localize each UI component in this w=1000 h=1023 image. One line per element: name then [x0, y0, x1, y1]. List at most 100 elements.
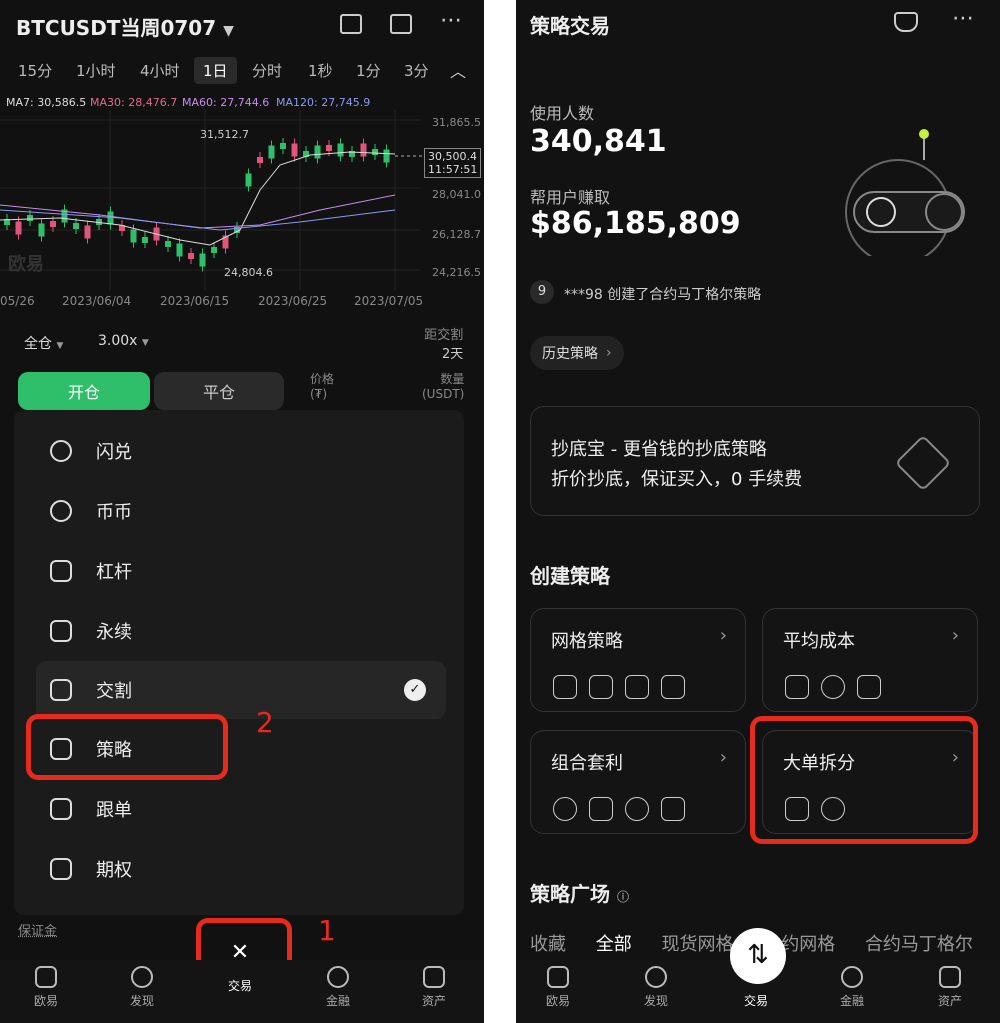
candle-body [372, 149, 378, 155]
tf-1min[interactable]: 1分 [356, 60, 381, 81]
discover-icon [645, 966, 667, 988]
nav-trade[interactable]: 交易 [736, 992, 776, 1009]
tab-futures-martingale[interactable]: 合约马丁格尔 [865, 934, 973, 955]
watermark-logo: 欧易 [8, 254, 44, 275]
earn-icon [841, 966, 863, 988]
menu-item-delivery[interactable]: 交割 ✓ [36, 661, 446, 719]
candle-body [280, 143, 286, 149]
tile-title: 组合套利 [551, 753, 623, 774]
left-screen: BTCUSDT当周0707 ▼ ⋯ 15分 1小时 4小时 1日 分时 1秒 1… [0, 0, 484, 1023]
tile-title: 平均成本 [783, 631, 855, 652]
tf-1s[interactable]: 1秒 [308, 60, 333, 81]
grid-icon [661, 675, 685, 699]
ma7-label: MA7: 30,586.5 [6, 96, 87, 109]
menu-item-options[interactable]: 期权 [36, 840, 446, 898]
tf-3min[interactable]: 3分 [404, 60, 429, 81]
home-icon [35, 966, 57, 988]
close-position-tab[interactable]: 平仓 [154, 372, 284, 410]
highlight-box-2 [26, 714, 228, 780]
menu-item-copy-trading[interactable]: 跟单 [36, 780, 446, 838]
price-col-label: 价格 [310, 372, 335, 386]
collapse-icon[interactable]: ︿ [450, 58, 466, 82]
nav-earn[interactable]: 金融 [318, 966, 358, 1009]
symbol-selector[interactable]: BTCUSDT当周0707 ▼ [16, 12, 234, 41]
indicator-icon[interactable] [340, 14, 362, 34]
chevron-right-icon: › [719, 747, 727, 768]
nav-assets[interactable]: 资产 [930, 966, 970, 1009]
trade-swap-icon[interactable]: ⇅ [730, 928, 786, 984]
nav-earn[interactable]: 金融 [832, 966, 872, 1009]
trade-menu: 闪兑 币币 杠杆 永续 交割 ✓ 策略 跟单 期权 [14, 410, 464, 915]
home-icon [547, 966, 569, 988]
coin-icon [50, 500, 72, 522]
tile-grid-strategy[interactable]: 网格策略 › [530, 608, 746, 712]
menu-item-margin[interactable]: 杠杆 [36, 542, 446, 600]
tf-1h[interactable]: 1小时 [76, 60, 116, 81]
margin-mode-value: 全仓 [24, 336, 52, 352]
nav-home[interactable]: 欧易 [538, 966, 578, 1009]
nav-label: 交易 [743, 994, 768, 1008]
users-label: 使用人数 [530, 104, 595, 123]
nav-label: 资产 [421, 994, 446, 1008]
tab-all[interactable]: 全部 [596, 934, 632, 955]
price-col-unit: (₮) [310, 387, 327, 401]
dca-icon [785, 675, 809, 699]
tile-icons [785, 675, 893, 703]
margin-mode-select[interactable]: 全仓 ▼ [24, 333, 63, 353]
nav-discover[interactable]: 发现 [122, 966, 162, 1009]
tab-favorites[interactable]: 收藏 [530, 934, 566, 955]
history-label: 历史策略 [542, 346, 598, 362]
robot-mascot-icon [845, 129, 965, 256]
current-price-box: 30,500.4 11:57:51 [424, 148, 482, 178]
earn-icon [327, 966, 349, 988]
nav-discover[interactable]: 发现 [636, 966, 676, 1009]
nav-assets[interactable]: 资产 [414, 966, 454, 1009]
tab-spot-grid[interactable]: 现货网格 [661, 934, 733, 955]
arbitrage-icon [553, 797, 577, 821]
nav-trade[interactable]: ✕ 交易 [220, 940, 260, 994]
nav-home[interactable]: 欧易 [26, 966, 66, 1009]
tf-15m[interactable]: 15分 [18, 60, 52, 81]
menu-label: 交割 [96, 681, 132, 702]
candle-body [211, 247, 217, 253]
wallet-icon [423, 966, 445, 988]
tf-time[interactable]: 分时 [252, 60, 282, 81]
menu-item-flash-swap[interactable]: 闪兑 [36, 422, 446, 480]
candle-body [188, 253, 194, 259]
candle-body [268, 145, 275, 159]
candle-body [27, 215, 33, 221]
ticker-text: ***98 创建了合约马丁格尔策略 [564, 287, 762, 303]
tf-4h[interactable]: 4小时 [140, 60, 180, 81]
tile-combo-arbitrage[interactable]: 组合套利 › [530, 730, 746, 834]
history-strategy-button[interactable]: 历史策略 › [530, 336, 624, 370]
candle-body [176, 243, 183, 257]
tf-1d[interactable]: 1日 [194, 57, 237, 84]
layers-icon [50, 858, 72, 880]
ticker-badge: 9 [530, 280, 554, 304]
highlight-box-split [750, 716, 978, 844]
annotation-1: 1 [318, 914, 336, 947]
candle-body [130, 229, 137, 243]
menu-item-spot[interactable]: 币币 [36, 482, 446, 540]
chart-settings-icon[interactable] [390, 14, 412, 34]
leverage-select[interactable]: 3.00x ▼ [98, 333, 149, 349]
candle-body [199, 253, 206, 267]
tile-average-cost[interactable]: 平均成本 › [762, 608, 978, 712]
open-position-tab[interactable]: 开仓 [18, 372, 150, 410]
more-icon[interactable]: ⋯ [440, 8, 462, 33]
dip-box-icon [894, 434, 952, 492]
info-icon: ⓘ [616, 890, 629, 904]
academy-icon[interactable] [894, 12, 918, 32]
ma30-label: MA30: 28,476.7 [90, 96, 178, 109]
discover-icon [131, 966, 153, 988]
copy-trade-icon [50, 798, 72, 820]
promo-card[interactable]: 抄底宝 - 更省钱的抄底策略 折价抄底，保证买入，0 手续费 [530, 406, 980, 516]
menu-item-perpetual[interactable]: 永续 [36, 602, 446, 660]
candle-body [165, 241, 171, 247]
candle-body [142, 237, 148, 243]
price-column-header: 价格 (₮) [310, 370, 334, 401]
chevron-right-icon: › [951, 625, 959, 646]
more-icon[interactable]: ⋯ [952, 6, 974, 31]
chevron-right-icon: › [606, 345, 612, 361]
menu-label: 跟单 [96, 800, 132, 821]
